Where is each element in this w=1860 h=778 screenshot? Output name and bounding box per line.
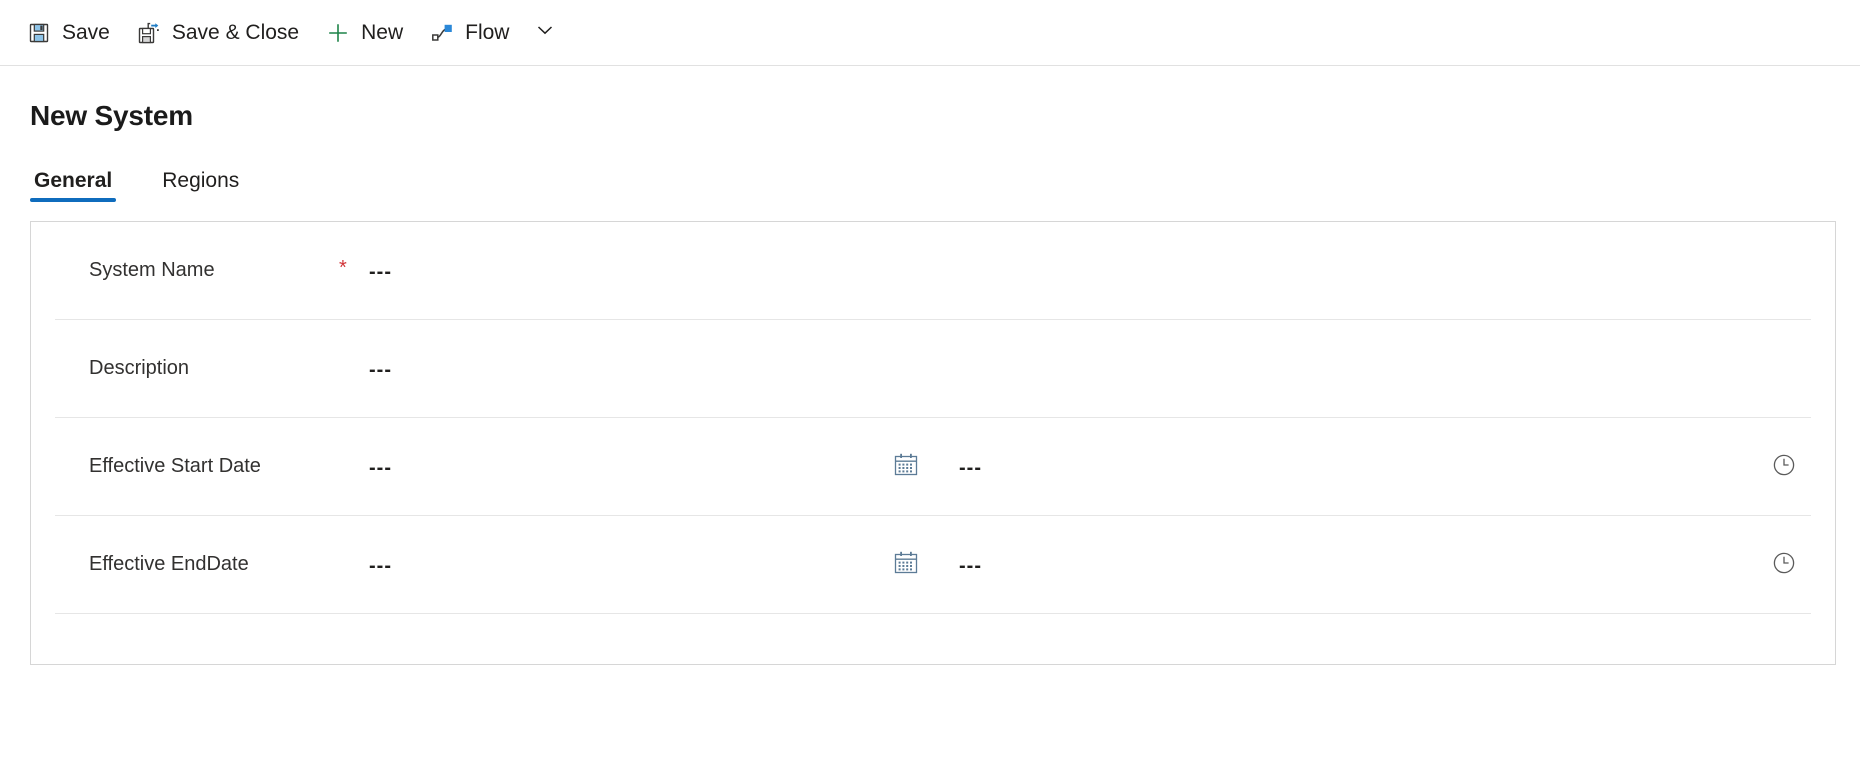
flow-button-label: Flow <box>465 21 510 44</box>
save-button[interactable]: Save <box>14 9 124 57</box>
new-button[interactable]: New <box>313 9 417 57</box>
field-value-description[interactable]: --- <box>369 320 1801 380</box>
page-title: New System <box>30 100 193 131</box>
tab-general-label: General <box>34 169 113 192</box>
plus-icon <box>327 22 349 44</box>
field-label-effective-end-date: Effective EndDate <box>89 553 249 575</box>
field-value-system-name[interactable]: --- <box>369 222 1801 282</box>
save-button-label: Save <box>62 21 110 44</box>
save-and-close-button[interactable]: Save & Close <box>124 9 313 57</box>
form-card: System Name * --- Description --- Effect… <box>30 221 1836 665</box>
field-label-description: Description <box>89 357 190 379</box>
flow-button[interactable]: Flow <box>417 9 523 57</box>
clock-icon <box>1771 550 1797 581</box>
tab-regions-label: Regions <box>162 169 240 192</box>
required-indicator-description <box>339 320 369 356</box>
field-time-value-effective-start-date[interactable]: --- <box>923 418 1023 478</box>
page-body: New System General Regions System Name *… <box>0 100 1860 665</box>
tab-regions[interactable]: Regions <box>158 170 243 202</box>
field-time-value-effective-end-date[interactable]: --- <box>923 516 1023 576</box>
time-picker-effective-start-date[interactable] <box>1767 418 1801 483</box>
time-picker-effective-end-date[interactable] <box>1767 516 1801 581</box>
command-bar: Save Save & Close New Flow <box>0 0 1860 66</box>
overflow-chevron-button[interactable] <box>525 9 565 57</box>
field-value-effective-end-date[interactable]: --- <box>369 516 889 576</box>
field-value-effective-start-date[interactable]: --- <box>369 418 889 478</box>
field-label-effective-start-date: Effective Start Date <box>89 455 261 477</box>
tab-general[interactable]: General <box>30 169 117 202</box>
field-row-effective-start-date: Effective Start Date --- --- <box>31 418 1835 516</box>
calendar-picker-effective-end-date[interactable] <box>889 516 923 581</box>
required-indicator-effective-start-date <box>339 418 369 454</box>
save-and-close-button-label: Save & Close <box>171 21 300 44</box>
field-row-effective-end-date: Effective EndDate --- --- <box>31 516 1835 614</box>
clock-icon <box>1771 452 1797 483</box>
field-row-description: Description --- <box>31 320 1835 418</box>
new-button-label: New <box>361 21 404 44</box>
calendar-icon <box>893 452 919 483</box>
calendar-icon <box>893 550 919 581</box>
chevron-down-icon <box>534 19 556 46</box>
calendar-picker-effective-start-date[interactable] <box>889 418 923 483</box>
required-indicator-effective-end-date <box>339 516 369 552</box>
field-row-system-name: System Name * --- <box>31 222 1835 320</box>
save-and-close-icon <box>138 22 160 44</box>
field-label-system-name: System Name <box>89 259 215 281</box>
tab-list: General Regions <box>30 160 1860 202</box>
flow-icon <box>431 22 453 44</box>
required-indicator-system-name: * <box>339 257 347 279</box>
save-icon <box>28 22 50 44</box>
